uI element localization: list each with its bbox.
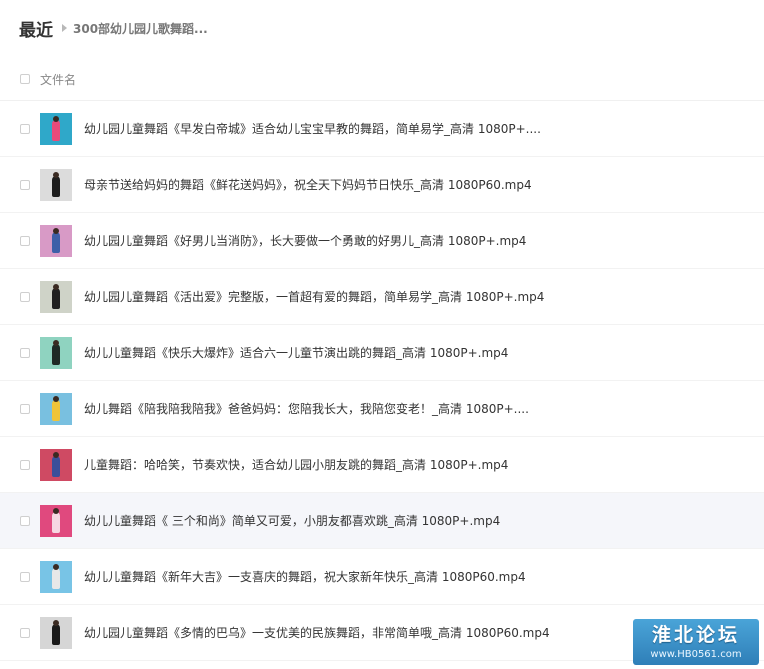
file-name[interactable]: 幼儿园儿童舞蹈《多情的巴乌》一支优美的民族舞蹈，非常简单哦_高清 1080P60… <box>84 624 550 641</box>
breadcrumb-root-recent[interactable]: 最近 <box>19 16 53 41</box>
file-name[interactable]: 幼儿园儿童舞蹈《早发白帝城》适合幼儿宝宝早教的舞蹈，简单易学_高清 1080P+… <box>84 120 541 137</box>
video-thumbnail[interactable] <box>40 560 72 593</box>
file-name[interactable]: 幼儿儿童舞蹈《快乐大爆炸》适合六一儿童节演出跳的舞蹈_高清 1080P+.mp4 <box>84 344 508 361</box>
file-row[interactable]: 幼儿舞蹈《陪我陪我陪我》爸爸妈妈：您陪我长大，我陪您变老！_高清 1080P+.… <box>0 381 764 437</box>
select-all-checkbox[interactable] <box>20 74 30 84</box>
forum-watermark-logo: 淮北论坛 www.HB0561.com <box>633 619 759 665</box>
video-thumbnail[interactable] <box>40 224 72 257</box>
file-name[interactable]: 幼儿园儿童舞蹈《好男儿当消防》，长大要做一个勇敢的好男儿_高清 1080P+.m… <box>84 232 526 249</box>
file-name[interactable]: 幼儿舞蹈《陪我陪我陪我》爸爸妈妈：您陪我长大，我陪您变老！_高清 1080P+.… <box>84 400 529 417</box>
file-row-checkbox[interactable] <box>20 627 30 638</box>
video-thumbnail[interactable] <box>40 280 72 313</box>
video-thumbnail[interactable] <box>40 616 72 649</box>
file-name[interactable]: 儿童舞蹈：哈哈笑，节奏欢快，适合幼儿园小朋友跳的舞蹈_高清 1080P+.mp4 <box>84 456 508 473</box>
file-row[interactable]: 幼儿儿童舞蹈《快乐大爆炸》适合六一儿童节演出跳的舞蹈_高清 1080P+.mp4 <box>0 325 764 381</box>
file-row-hovered[interactable]: 幼儿儿童舞蹈《 三个和尚》简单又可爱，小朋友都喜欢跳_高清 1080P+.mp4 <box>0 493 764 549</box>
file-list: 幼儿园儿童舞蹈《早发白帝城》适合幼儿宝宝早教的舞蹈，简单易学_高清 1080P+… <box>0 101 764 661</box>
file-row-checkbox[interactable] <box>20 291 30 302</box>
breadcrumb-current-folder: 300部幼儿园儿歌舞蹈... <box>73 21 208 36</box>
video-thumbnail[interactable] <box>40 112 72 145</box>
file-row-checkbox[interactable] <box>20 571 30 582</box>
file-row-checkbox[interactable] <box>20 515 30 526</box>
file-name[interactable]: 幼儿儿童舞蹈《新年大吉》一支喜庆的舞蹈，祝大家新年快乐_高清 1080P60.m… <box>84 568 526 585</box>
file-row-checkbox[interactable] <box>20 347 30 358</box>
watermark-url: www.HB0561.com <box>650 649 742 660</box>
file-row[interactable]: 母亲节送给妈妈的舞蹈《鲜花送妈妈》，祝全天下妈妈节日快乐_高清 1080P60.… <box>0 157 764 213</box>
file-name[interactable]: 母亲节送给妈妈的舞蹈《鲜花送妈妈》，祝全天下妈妈节日快乐_高清 1080P60.… <box>84 176 532 193</box>
video-thumbnail[interactable] <box>40 168 72 201</box>
file-row-checkbox[interactable] <box>20 123 30 134</box>
column-header-filename[interactable]: 文件名 <box>40 71 76 88</box>
file-name[interactable]: 幼儿园儿童舞蹈《活出爱》完整版，一首超有爱的舞蹈，简单易学_高清 1080P+.… <box>84 288 544 305</box>
file-name[interactable]: 幼儿儿童舞蹈《 三个和尚》简单又可爱，小朋友都喜欢跳_高清 1080P+.mp4 <box>84 512 500 529</box>
file-row-checkbox[interactable] <box>20 403 30 414</box>
file-row-checkbox[interactable] <box>20 179 30 190</box>
breadcrumb: 最近 300部幼儿园儿歌舞蹈... <box>19 14 208 42</box>
video-thumbnail[interactable] <box>40 336 72 369</box>
file-row-checkbox[interactable] <box>20 235 30 246</box>
file-row-checkbox[interactable] <box>20 459 30 470</box>
watermark-title: 淮北论坛 <box>651 624 740 646</box>
video-thumbnail[interactable] <box>40 448 72 481</box>
file-row[interactable]: 幼儿园儿童舞蹈《好男儿当消防》，长大要做一个勇敢的好男儿_高清 1080P+.m… <box>0 213 764 269</box>
file-row[interactable]: 儿童舞蹈：哈哈笑，节奏欢快，适合幼儿园小朋友跳的舞蹈_高清 1080P+.mp4 <box>0 437 764 493</box>
breadcrumb-separator-icon <box>62 24 67 32</box>
video-thumbnail[interactable] <box>40 504 72 537</box>
file-row[interactable]: 幼儿园儿童舞蹈《早发白帝城》适合幼儿宝宝早教的舞蹈，简单易学_高清 1080P+… <box>0 101 764 157</box>
file-row[interactable]: 幼儿园儿童舞蹈《活出爱》完整版，一首超有爱的舞蹈，简单易学_高清 1080P+.… <box>0 269 764 325</box>
file-row[interactable]: 幼儿儿童舞蹈《新年大吉》一支喜庆的舞蹈，祝大家新年快乐_高清 1080P60.m… <box>0 549 764 605</box>
file-list-header: 文件名 <box>0 58 764 101</box>
video-thumbnail[interactable] <box>40 392 72 425</box>
